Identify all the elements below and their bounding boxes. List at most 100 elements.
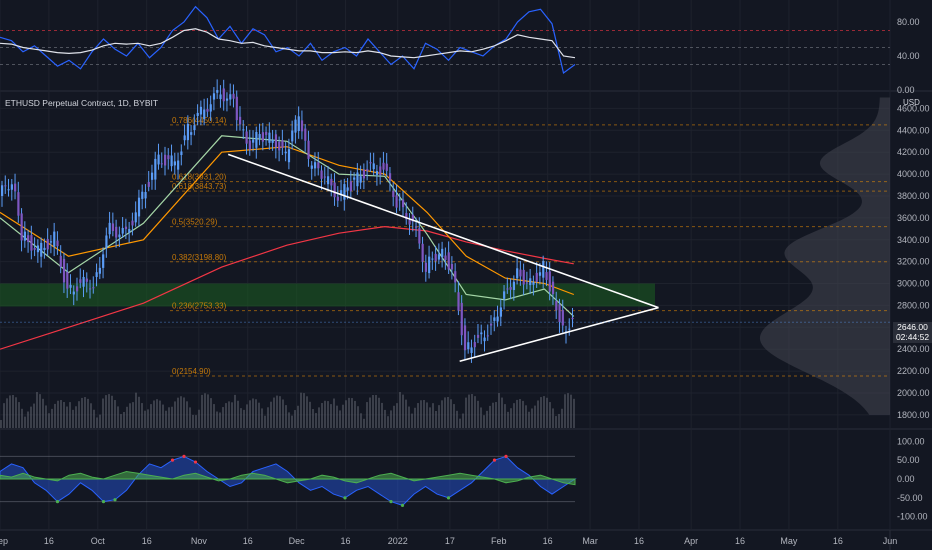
- volume-bar: [138, 396, 140, 428]
- candle-body: [359, 176, 362, 183]
- rsi-tick-label: 80.00: [897, 17, 920, 27]
- x-tick-label: 16: [44, 536, 54, 546]
- candle-body: [294, 119, 297, 133]
- oscillator-signal-dot: [389, 500, 393, 504]
- volume-bar: [48, 413, 50, 428]
- candle-body: [17, 192, 20, 216]
- volume-bar: [105, 395, 107, 428]
- candle-body: [49, 241, 53, 243]
- volume-bar: [411, 413, 413, 428]
- x-tick-label: Nov: [191, 536, 208, 546]
- candle-body: [23, 231, 27, 241]
- volume-bar: [93, 409, 95, 428]
- candle-body: [245, 131, 248, 144]
- volume-bar: [429, 407, 431, 428]
- candle-body: [395, 195, 398, 208]
- candle-body: [444, 255, 447, 260]
- y-tick-label: 4400.00: [897, 125, 930, 135]
- candle-body: [268, 132, 271, 143]
- volume-bar: [171, 406, 173, 428]
- price-panel[interactable]: 0.786(4450.14)0.618(3931.20)0.618(3843.7…: [0, 79, 890, 428]
- x-tick-label: 16: [543, 536, 553, 546]
- volume-bar: [444, 397, 446, 428]
- volume-bar: [558, 413, 560, 428]
- rsi-panel[interactable]: [0, 5, 890, 75]
- volume-bar: [453, 404, 455, 428]
- volume-bar: [114, 400, 116, 428]
- candle-body: [571, 317, 574, 320]
- volume-bar: [540, 397, 542, 428]
- volume-bar: [63, 402, 65, 428]
- fib-level-label: 0(2154.90): [172, 367, 211, 376]
- volume-bar: [381, 402, 383, 428]
- volume-bar: [240, 408, 242, 428]
- x-tick-label: 16: [142, 536, 152, 546]
- candle-body: [460, 302, 463, 336]
- candle-body: [62, 258, 66, 283]
- oscillator-signal-dot: [446, 496, 451, 500]
- volume-bar: [51, 408, 53, 428]
- candle-body: [219, 94, 222, 100]
- candle-body: [568, 328, 571, 330]
- candle-body: [164, 154, 167, 166]
- oscillator-panel[interactable]: [0, 454, 577, 507]
- volume-bar: [300, 392, 302, 428]
- candle-body: [46, 238, 49, 250]
- volume-bar: [33, 403, 35, 428]
- candle-body: [450, 263, 454, 270]
- volume-bar: [534, 405, 536, 428]
- candle-body: [203, 109, 206, 120]
- rsi-series-line: [0, 5, 576, 75]
- candle-body: [349, 181, 353, 192]
- candle-body: [418, 228, 421, 244]
- fib-level-label: 0.618(3843.73): [172, 182, 227, 191]
- candle-body: [229, 94, 232, 100]
- candle-body: [124, 226, 128, 230]
- candle-body: [43, 247, 46, 251]
- y-tick-label: 2800.00: [897, 300, 930, 310]
- candle-body: [4, 185, 7, 187]
- candle-body: [421, 243, 424, 262]
- candle-body: [457, 292, 460, 311]
- volume-bar: [6, 398, 8, 428]
- candle-body: [382, 162, 385, 170]
- candle-body: [375, 171, 379, 176]
- volume-bar: [573, 398, 575, 428]
- volume-bar: [267, 407, 269, 428]
- candle-body: [141, 191, 144, 199]
- candle-body: [551, 281, 555, 295]
- volume-bar: [60, 400, 62, 428]
- candle-body: [30, 235, 33, 251]
- candle-body: [327, 176, 330, 185]
- x-tick-label: 16: [243, 536, 253, 546]
- y-tick-label: 3600.00: [897, 213, 930, 223]
- volume-bar: [12, 395, 14, 428]
- candle-body: [470, 347, 473, 353]
- candle-body: [56, 240, 59, 247]
- candle-body: [323, 176, 326, 178]
- candle-body: [14, 183, 17, 192]
- volume-bar: [39, 394, 41, 428]
- volume-bar: [321, 403, 323, 428]
- candle-body: [287, 149, 291, 163]
- volume-bar: [246, 404, 248, 428]
- candle-body: [454, 271, 457, 283]
- candle-body: [69, 284, 72, 288]
- candle-body: [434, 253, 437, 262]
- y-tick-label: 1800.00: [897, 410, 930, 420]
- volume-bar: [288, 412, 290, 428]
- volume-bar: [141, 403, 143, 428]
- volume-bar: [129, 403, 131, 428]
- candle-body: [72, 291, 75, 295]
- candle-body: [222, 88, 225, 102]
- volume-bar: [333, 398, 335, 428]
- volume-bar: [159, 400, 161, 428]
- candle-body: [190, 132, 193, 135]
- volume-bar: [414, 407, 416, 428]
- oscillator-signal-dot: [113, 498, 117, 502]
- trading-chart[interactable]: 0.786(4450.14)0.618(3931.20)0.618(3843.7…: [0, 0, 932, 550]
- x-tick-label: Apr: [684, 536, 698, 546]
- candle-body: [362, 169, 366, 179]
- volume-bar: [153, 400, 155, 428]
- volume-bar: [480, 407, 482, 428]
